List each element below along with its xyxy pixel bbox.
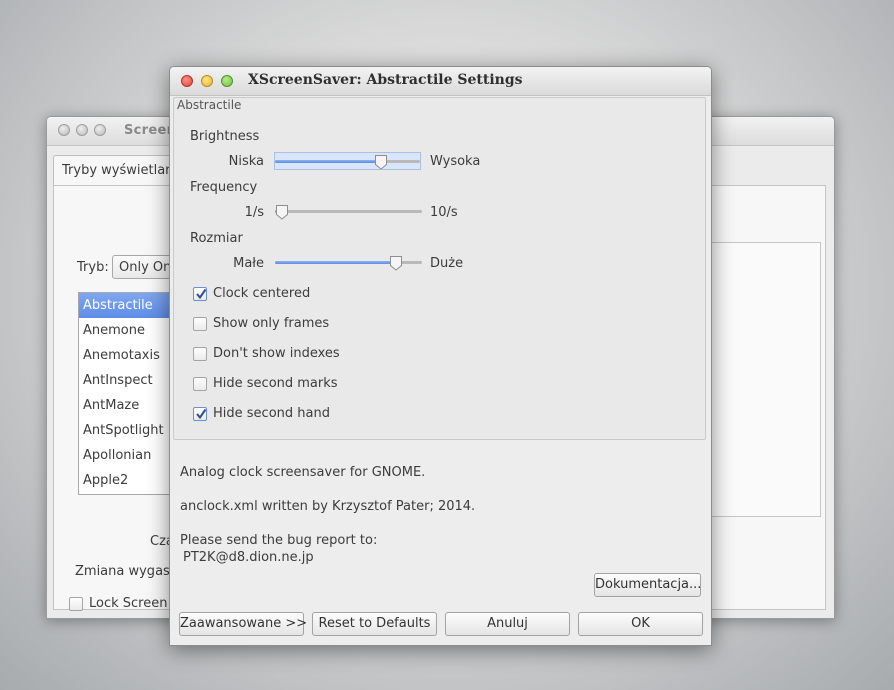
clock-centered-option[interactable]: Clock centered xyxy=(193,286,310,301)
slider-thumb[interactable] xyxy=(374,154,388,170)
cancel-button[interactable]: Anuluj xyxy=(445,612,570,636)
dialog-titlebar: XScreenSaver: Abstractile Settings xyxy=(170,67,711,96)
minimize-icon[interactable] xyxy=(201,75,213,87)
brightness-label: Brightness xyxy=(190,129,260,144)
size-row: Małe Duże xyxy=(174,254,707,274)
dialog-title: XScreenSaver: Abstractile Settings xyxy=(248,72,523,88)
slider-thumb[interactable] xyxy=(275,204,289,220)
frequency-min-label: 1/s xyxy=(244,205,264,220)
frequency-max-label: 10/s xyxy=(430,205,458,220)
clock-centered-label: Clock centered xyxy=(213,286,311,301)
brightness-row: Niska Wysoka xyxy=(174,152,707,172)
maximize-icon[interactable] xyxy=(221,75,233,87)
maximize-window-icon[interactable] xyxy=(94,124,106,136)
close-window-icon[interactable] xyxy=(58,124,70,136)
description-summary: Analog clock screensaver for GNOME. xyxy=(180,465,426,480)
brightness-max-label: Wysoka xyxy=(430,154,481,169)
dont-show-indexes-checkbox[interactable] xyxy=(193,346,207,361)
documentation-button[interactable]: Dokumentacja... xyxy=(594,573,701,597)
settings-frame: Brightness Niska Wysoka Frequency 1/s 10… xyxy=(173,97,706,440)
dont-show-indexes-label: Don't show indexes xyxy=(213,346,340,361)
settings-dialog: XScreenSaver: Abstractile Settings Brigh… xyxy=(169,66,712,646)
advanced-button[interactable]: Zaawansowane >> xyxy=(179,612,307,636)
hide-second-marks-checkbox[interactable] xyxy=(193,376,207,391)
show-only-frames-checkbox[interactable] xyxy=(193,316,207,331)
lock-screen-label: Lock Screen A xyxy=(89,596,181,611)
description-author: anclock.xml written by Krzysztof Pater; … xyxy=(180,499,476,514)
reset-to-defaults-button[interactable]: Reset to Defaults xyxy=(312,612,437,636)
hide-second-marks-option[interactable]: Hide second marks xyxy=(193,376,338,391)
slider-thumb[interactable] xyxy=(389,255,403,271)
mode-label: Tryb: xyxy=(77,260,109,275)
slider-trough xyxy=(275,210,422,213)
frequency-label: Frequency xyxy=(190,180,258,195)
slider-fill xyxy=(275,261,396,264)
ok-button[interactable]: OK xyxy=(578,612,703,636)
size-max-label: Duże xyxy=(430,256,464,271)
clock-centered-checkbox[interactable] xyxy=(193,286,207,301)
size-min-label: Małe xyxy=(233,256,264,271)
show-only-frames-option[interactable]: Show only frames xyxy=(193,316,329,331)
description-bug-report: Please send the bug report to: xyxy=(180,533,378,548)
minimize-window-icon[interactable] xyxy=(76,124,88,136)
checkmark-icon xyxy=(196,288,207,299)
close-icon[interactable] xyxy=(181,75,193,87)
tab-display-modes[interactable]: Tryby wyświetlania xyxy=(53,155,185,185)
hide-second-marks-label: Hide second marks xyxy=(213,376,338,391)
brightness-min-label: Niska xyxy=(228,154,264,169)
frequency-row: 1/s 10/s xyxy=(174,203,707,223)
size-slider[interactable] xyxy=(275,254,422,272)
dont-show-indexes-option[interactable]: Don't show indexes xyxy=(193,346,340,361)
hide-second-hand-label: Hide second hand xyxy=(213,406,330,421)
hide-second-hand-option[interactable]: Hide second hand xyxy=(193,406,330,421)
bug-report-email: PT2K@d8.dion.ne.jp xyxy=(183,550,314,565)
frequency-slider[interactable] xyxy=(275,203,422,221)
slider-fill xyxy=(275,160,381,163)
size-label: Rozmiar xyxy=(190,231,243,246)
show-only-frames-label: Show only frames xyxy=(213,316,330,331)
lock-screen-option[interactable]: Lock Screen A xyxy=(69,596,181,611)
frame-title: Abstractile xyxy=(177,98,242,112)
hide-second-hand-checkbox[interactable] xyxy=(193,406,207,421)
lock-screen-checkbox[interactable] xyxy=(69,596,83,611)
brightness-slider[interactable] xyxy=(274,152,421,170)
checkmark-icon xyxy=(196,408,207,419)
